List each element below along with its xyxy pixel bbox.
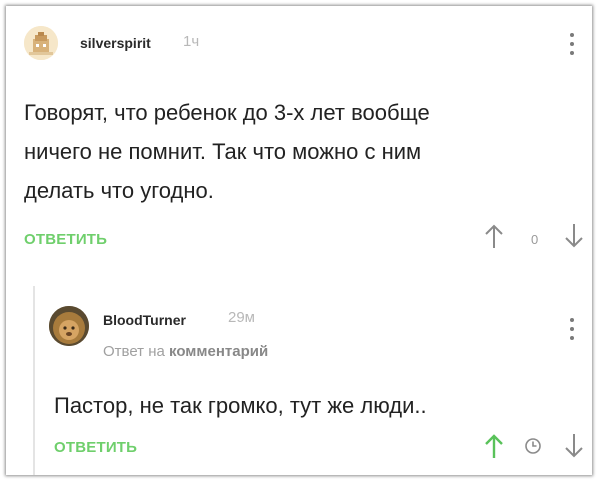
reply-author[interactable]: BloodTurner — [103, 312, 186, 328]
reply-button[interactable]: ОТВЕТИТЬ — [24, 231, 107, 248]
more-vertical-icon[interactable] — [567, 318, 577, 340]
reply-to-prefix: Ответ на — [103, 343, 165, 360]
reply-to-info: Ответ на комментарий — [103, 343, 268, 360]
arrow-down-icon[interactable] — [564, 432, 584, 460]
comment-text-line: делать что угодно. — [24, 178, 214, 203]
reply-time: 29м — [228, 309, 255, 326]
reply-button[interactable]: ОТВЕТИТЬ — [54, 439, 137, 456]
comments-panel: silverspirit 1ч Говорят, что ребенок до … — [6, 6, 592, 475]
comment: silverspirit 1ч Говорят, что ребенок до … — [6, 6, 592, 276]
comment-score: 0 — [531, 232, 539, 247]
more-vertical-icon[interactable] — [567, 33, 577, 55]
avatar[interactable] — [49, 306, 89, 346]
arrow-up-icon[interactable] — [484, 432, 504, 460]
reply-text: Пастор, не так громко, тут же люди.. — [54, 393, 427, 418]
comment-text-line: ничего не помнит. Так что можно с ним — [24, 139, 422, 164]
arrow-down-icon[interactable] — [564, 222, 584, 250]
reply-to-link[interactable]: комментарий — [169, 343, 268, 360]
comment-text-line: Говорят, что ребенок до 3-х лет вообще — [24, 100, 430, 125]
arrow-up-icon[interactable] — [484, 222, 504, 250]
thread-line[interactable] — [33, 286, 35, 475]
comment-time: 1ч — [183, 33, 200, 50]
comment-author[interactable]: silverspirit — [80, 35, 151, 51]
clock-icon — [525, 438, 541, 454]
avatar[interactable] — [24, 26, 58, 60]
